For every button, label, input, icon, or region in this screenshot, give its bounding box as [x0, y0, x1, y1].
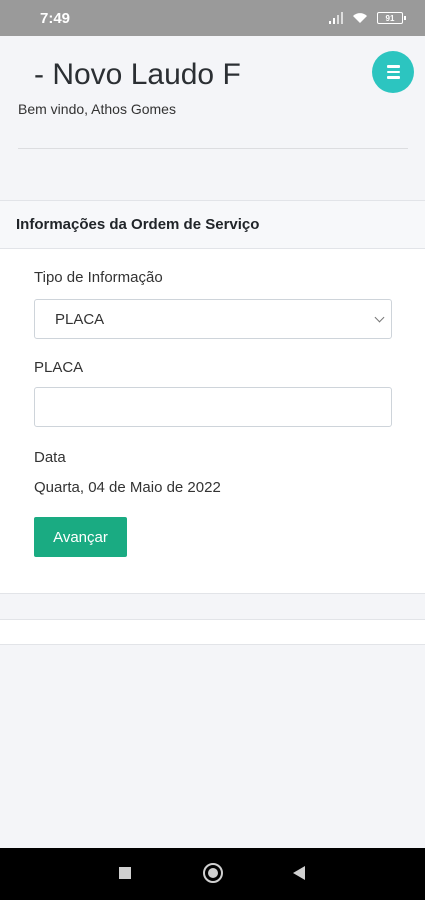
menu-button[interactable]: [372, 51, 414, 93]
plate-input[interactable]: [34, 387, 392, 427]
hamburger-icon-bar: [386, 65, 400, 68]
info-type-select[interactable]: PLACA: [34, 299, 392, 339]
chevron-down-icon: [374, 312, 385, 323]
wifi-icon: [353, 13, 367, 23]
info-type-label: Tipo de Informação: [34, 269, 163, 286]
header-divider: [18, 148, 408, 149]
status-bar: 7:49 91: [0, 0, 425, 36]
battery-icon: 91: [377, 12, 406, 24]
advance-button[interactable]: Avançar: [34, 517, 127, 557]
date-label: Data: [34, 449, 66, 466]
hamburger-icon-bar: [386, 70, 400, 74]
date-value: Quarta, 04 de Maio de 2022: [34, 479, 221, 496]
android-nav-bar: [0, 848, 425, 900]
card-title: Informações da Ordem de Serviço: [0, 201, 425, 249]
back-icon[interactable]: [293, 866, 305, 880]
signal-icon: [329, 12, 343, 24]
welcome-text: Bem vindo, Athos Gomes: [18, 101, 176, 117]
info-type-selected-value: PLACA: [55, 310, 105, 328]
status-icons: 91: [329, 12, 406, 24]
plate-label: PLACA: [34, 359, 84, 376]
page-header: - Novo Laudo F Bem vindo, Athos Gomes: [0, 36, 425, 200]
home-icon[interactable]: [203, 863, 223, 883]
hamburger-icon-bar: [386, 76, 400, 79]
footer-strip: [0, 619, 425, 645]
service-order-card: Informações da Ordem de Serviço Tipo de …: [0, 200, 425, 594]
recents-icon[interactable]: [119, 867, 131, 879]
status-time: 7:49: [40, 9, 71, 27]
page-title: - Novo Laudo F: [34, 58, 241, 91]
